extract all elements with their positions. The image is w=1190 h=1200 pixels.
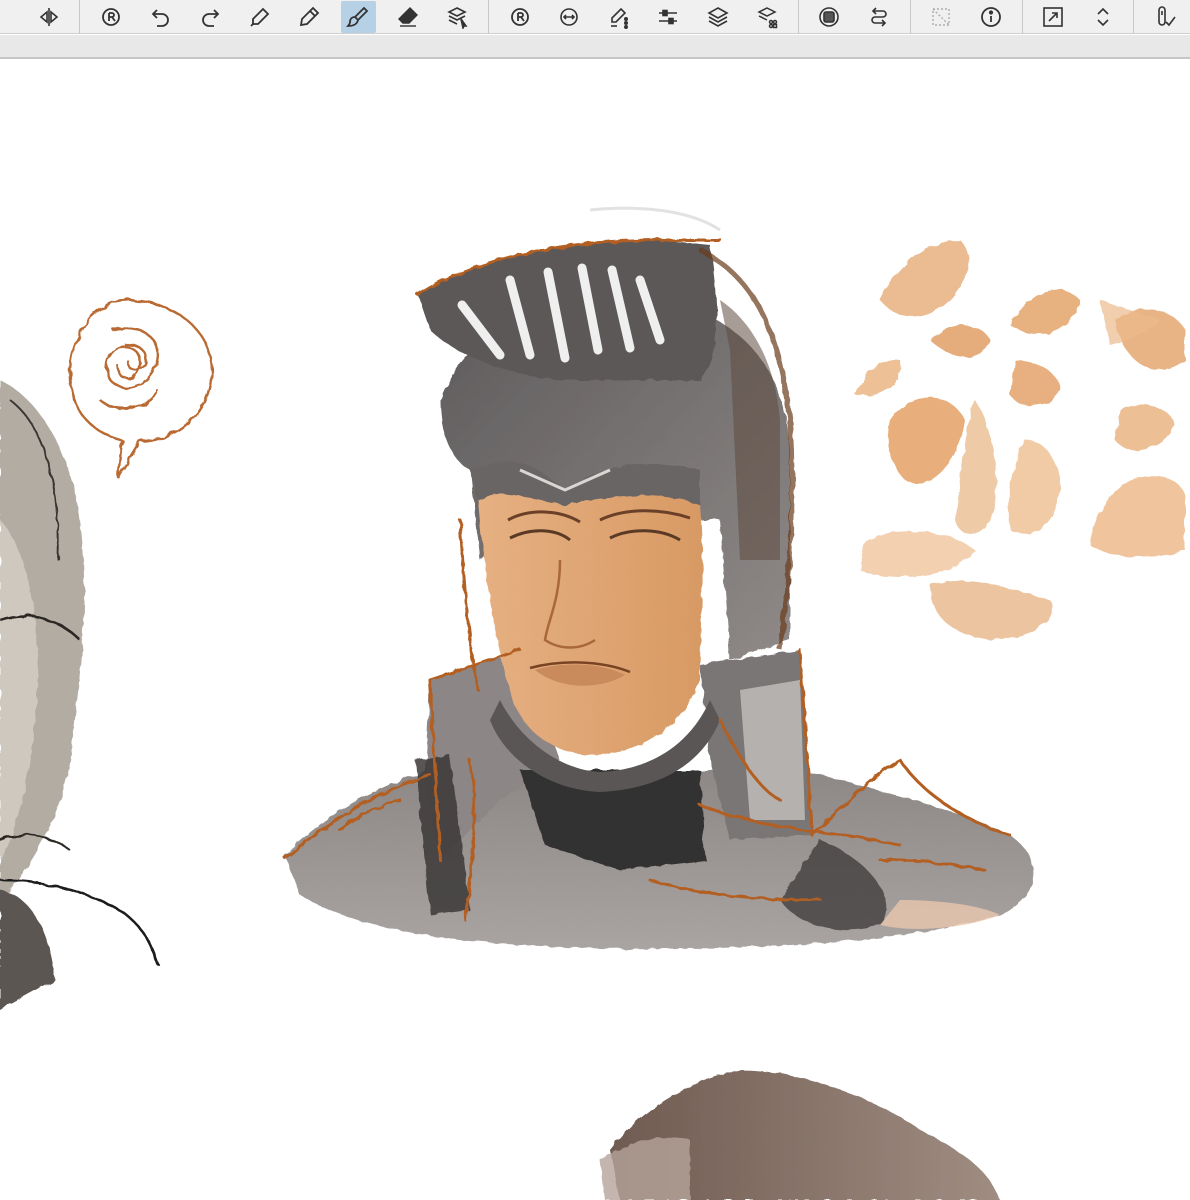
eraser-tool-button[interactable]	[390, 1, 425, 33]
layers-button[interactable]	[700, 1, 735, 33]
main-toolbar	[0, 0, 1190, 34]
toolbar-separator	[488, 0, 490, 34]
toolbar-separator	[1021, 0, 1023, 34]
pencil-tool-button[interactable]	[291, 1, 326, 33]
layers-icon	[706, 6, 729, 27]
pen-pressure-button[interactable]	[1147, 1, 1182, 33]
toolbar-separator	[797, 0, 799, 34]
undo-button[interactable]	[143, 1, 178, 33]
vector-pen-button[interactable]	[601, 1, 636, 33]
brush-tool-button[interactable]	[340, 0, 377, 33]
transform-icon	[560, 7, 579, 26]
speech-bubble-doodle	[68, 298, 214, 479]
layer-palette-icon	[757, 6, 778, 28]
toolbar-separator	[1133, 0, 1135, 34]
brown-swatch-stroke	[600, 1070, 1000, 1200]
pen-pressure-icon	[1158, 5, 1176, 26]
resize-canvas-button[interactable]	[1036, 1, 1071, 33]
knight-portrait-sketch	[283, 206, 1034, 949]
pen-tool-icon	[249, 7, 269, 27]
left-character-sketch	[0, 380, 160, 1010]
drawing-canvas[interactable]	[0, 60, 1190, 1200]
zoom-reset-button[interactable]	[502, 1, 537, 33]
chevron-updown-icon	[1097, 7, 1109, 26]
swap-icon	[871, 6, 887, 27]
chevron-updown-button[interactable]	[1085, 1, 1120, 33]
tone-button[interactable]	[812, 1, 847, 33]
swap-button[interactable]	[861, 1, 896, 33]
redo-icon	[202, 8, 220, 27]
canvas-artwork	[0, 206, 1185, 1200]
brush-tool-icon	[346, 6, 369, 27]
info-button[interactable]	[973, 1, 1008, 33]
layer-select-button[interactable]	[440, 1, 475, 33]
eraser-tool-icon	[397, 6, 418, 27]
info-icon	[980, 6, 1001, 27]
tone-icon	[819, 6, 840, 27]
vector-pen-icon	[610, 7, 628, 29]
flip-horizontal-icon	[39, 7, 58, 26]
zoom-reset-icon	[510, 7, 529, 26]
resize-canvas-icon	[1043, 6, 1064, 27]
layer-palette-button[interactable]	[749, 1, 784, 33]
canvas-ruler-bar	[0, 35, 1190, 59]
selection-disabled-button[interactable]	[924, 1, 959, 33]
undo-icon	[151, 8, 169, 27]
selection-disabled-icon	[932, 7, 951, 26]
toolbar-separator	[909, 0, 911, 34]
adjust-sliders-button[interactable]	[650, 1, 685, 33]
rotate-reset-button[interactable]	[93, 1, 128, 33]
redo-button[interactable]	[192, 1, 227, 33]
adjust-sliders-icon	[659, 9, 678, 24]
color-swatch-strokes	[855, 240, 1185, 640]
flip-horizontal-button[interactable]	[31, 1, 66, 33]
pen-tool-button[interactable]	[242, 1, 277, 33]
transform-button[interactable]	[552, 1, 587, 33]
layer-select-icon	[447, 6, 468, 29]
rotate-reset-icon	[102, 7, 121, 26]
toolbar-separator	[79, 0, 81, 34]
pencil-tool-icon	[299, 6, 320, 26]
